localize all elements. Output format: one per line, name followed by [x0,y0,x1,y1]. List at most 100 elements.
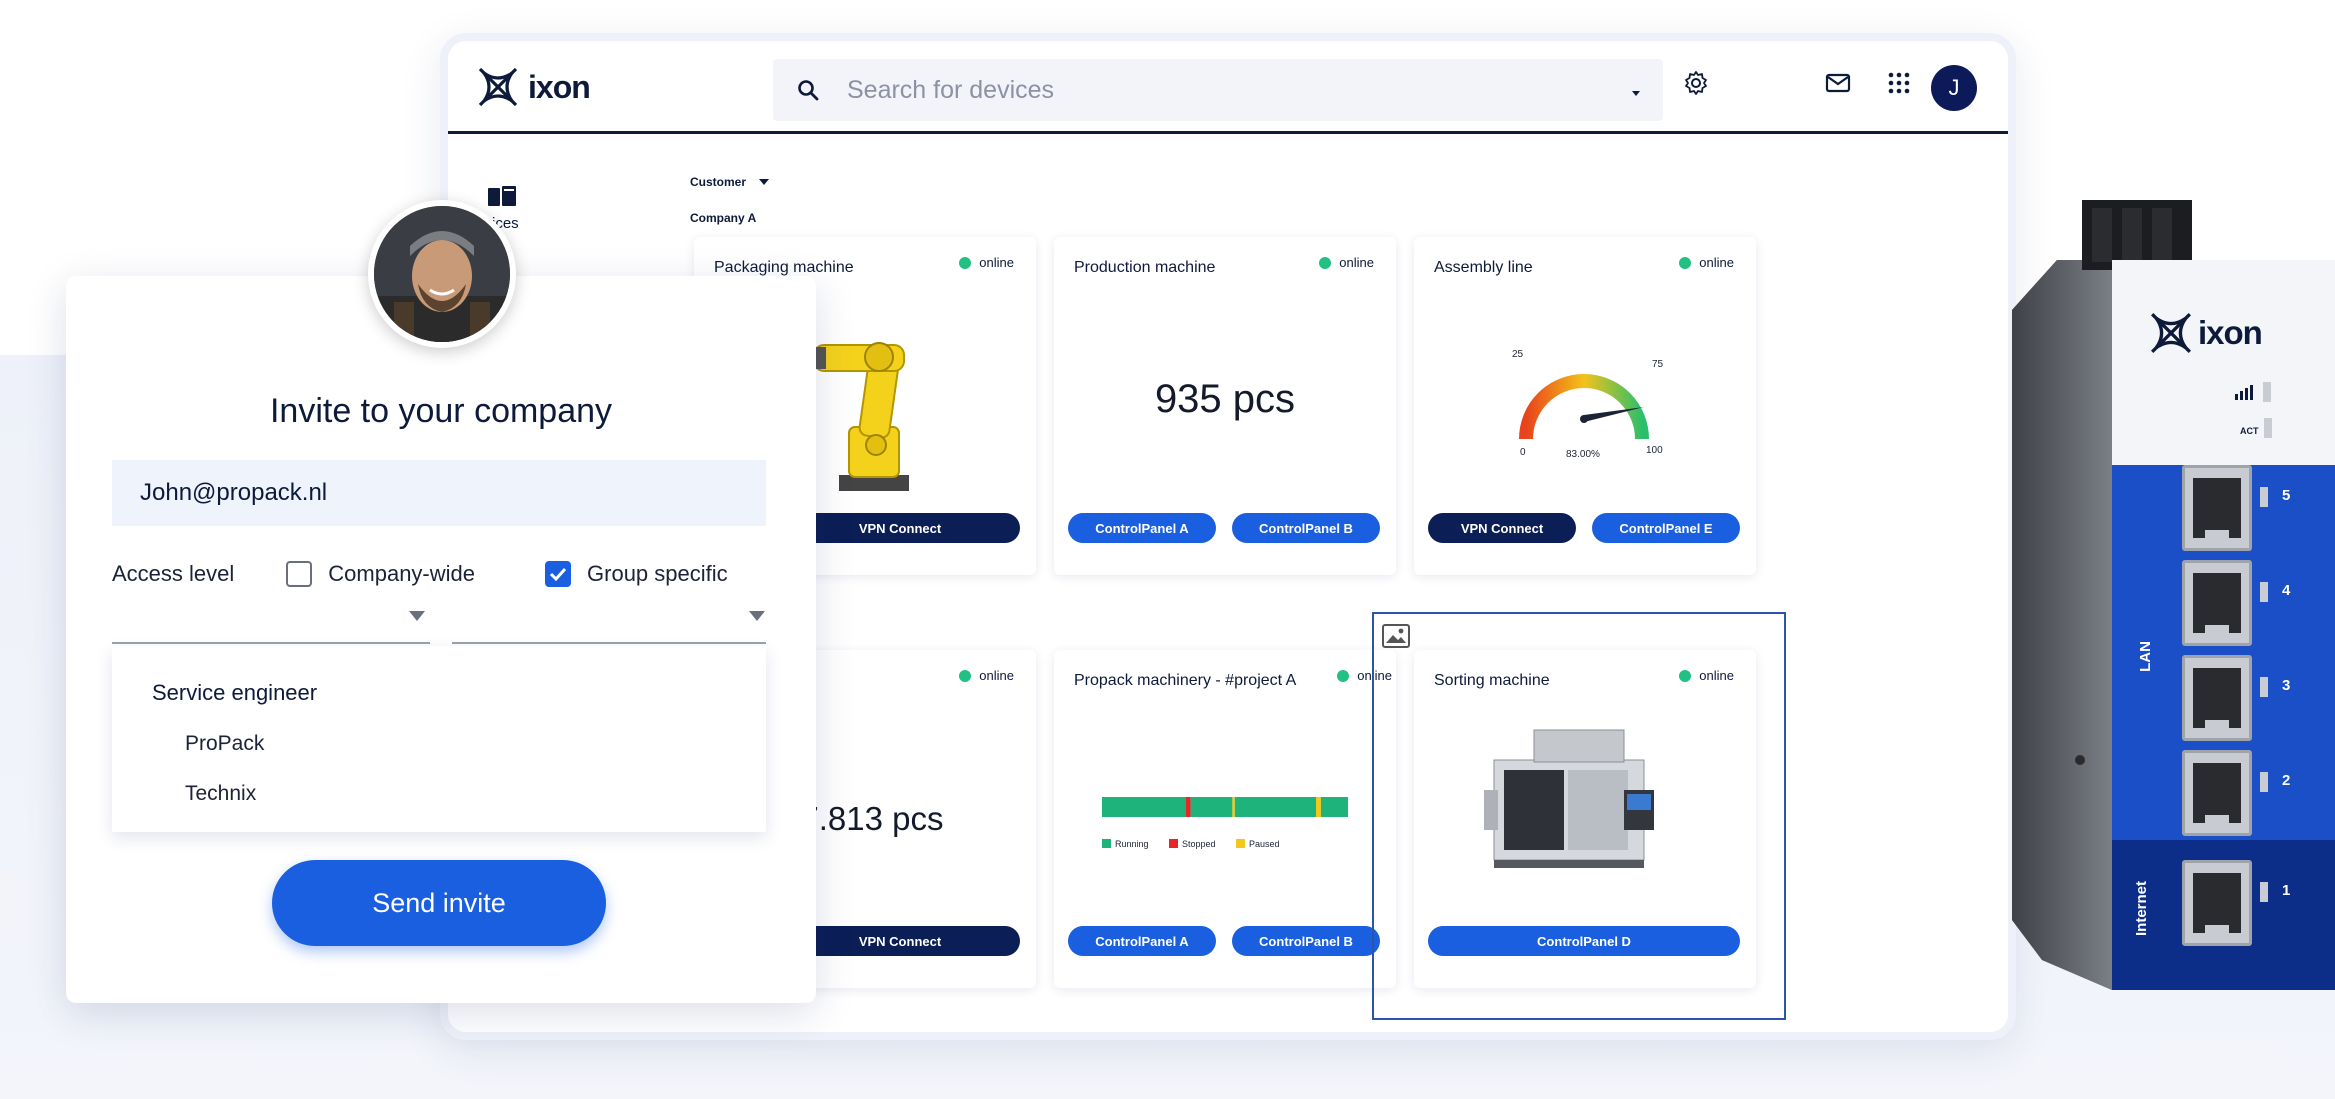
devices-icon [488,186,516,206]
timeline-segment-running [1102,797,1186,817]
check-icon [549,567,567,582]
dropdown-option-propack[interactable]: ProPack [185,732,264,756]
legend-label-stopped: Stopped [1182,839,1216,849]
device-card-assembly[interactable]: Assembly line online 25 75 0 100 83.00% … [1414,237,1756,575]
group-specific-checkbox[interactable] [545,561,572,587]
ethernet-port-3[interactable] [2182,655,2252,741]
internet-label: Internet [2133,880,2151,937]
chevron-down-icon[interactable] [1629,85,1643,103]
group-select[interactable] [452,642,766,644]
access-level-row: Access level Company-wide Group specific [112,561,728,587]
customer-label: Customer [690,175,747,189]
timeline-segment-paused [1232,797,1235,817]
online-dot-icon [959,256,972,269]
search-icon [793,75,823,105]
timeline-segment-running [1320,797,1348,817]
port-number-label: 5 [2282,487,2291,504]
act-label: ACT [2240,426,2259,436]
legend-label-paused: Paused [1249,839,1280,849]
timeline-segment-paused [1316,797,1321,817]
company-wide-checkbox[interactable] [286,561,313,587]
ixon-logo[interactable]: ixon [476,65,591,109]
user-photo-avatar [368,200,516,348]
invite-modal: Invite to your company Access level Comp… [66,276,816,1003]
dropdown-group-label: Service engineer [152,680,318,705]
email-field[interactable] [112,460,766,526]
apps-grid-icon[interactable] [1883,67,1915,99]
ethernet-port-4[interactable] [2182,560,2252,646]
controlpanel-b-button[interactable]: ControlPanel B [1232,926,1380,956]
ixon-logo-icon [2150,312,2192,354]
signal-icon [2235,382,2271,402]
customer-filter[interactable]: Customer [690,175,770,189]
selection-frame [1372,612,1786,1020]
gauge-tick-0: 0 [1520,447,1526,458]
gauge-tick-25: 25 [1512,349,1524,360]
mail-icon[interactable] [1822,67,1854,99]
card-title: Propack machinery - #project A [1074,672,1297,689]
port-led [2260,582,2268,602]
act-led [2264,418,2272,438]
chevron-down-icon [759,179,770,185]
controlpanel-e-button[interactable]: ControlPanel E [1592,513,1740,543]
status-badge: online [1319,255,1374,270]
search-input[interactable] [847,75,1607,105]
online-dot-icon [1679,256,1692,269]
controlpanel-a-button[interactable]: ControlPanel A [1068,926,1216,956]
status-badge: online [959,255,1014,270]
top-bar: ixon J [448,41,2008,134]
port-number-label: 3 [2282,677,2291,694]
gauge-tick-100: 100 [1646,445,1663,456]
modal-title: Invite to your company [269,392,613,430]
online-dot-icon [1319,256,1332,269]
user-avatar[interactable]: J [1931,65,1977,111]
status-badge: online [1679,255,1734,270]
port-led [2260,677,2268,697]
legend-swatch-stopped [1169,839,1178,848]
gauge-value: 83.00% [1566,449,1600,460]
counter-value: 935 pcs [1154,377,1296,421]
router-brand: ixon [2198,314,2263,351]
vpn-connect-button[interactable]: VPN Connect [780,926,1020,956]
dropdown-option-technix[interactable]: Technix [185,782,256,806]
gauge-tick-75: 75 [1652,359,1664,370]
online-dot-icon [1337,669,1350,682]
gauge-chart: 25 75 0 100 83.00% [1512,349,1664,460]
access-level-label: Access level [112,561,235,586]
card-title: Assembly line [1434,259,1533,276]
device-card-propack[interactable]: Propack machinery - #project A online Ru… [1054,650,1396,988]
ixon-router-device: ixon ACT LAN Internet 5 4 3 2 1 [2012,200,2335,1000]
send-invite-button[interactable]: Send invite [272,860,606,946]
card-title: Packaging machine [714,259,854,276]
image-icon[interactable] [1382,624,1410,653]
vpn-connect-button[interactable]: VPN Connect [1428,513,1576,543]
timeline-segment-running [1190,797,1233,817]
state-timeline-chart: Running Stopped Paused [1102,797,1348,849]
legend-swatch-paused [1236,839,1245,848]
port-number-label: 4 [2282,582,2291,599]
search-bar[interactable] [773,59,1663,121]
port-led [2260,882,2268,902]
ethernet-port-1[interactable] [2182,860,2252,946]
vpn-connect-button[interactable]: VPN Connect [780,513,1020,543]
group-specific-label: Group specific [587,561,728,586]
timeline-segment-stopped [1185,797,1191,817]
role-select[interactable] [112,642,430,644]
company-label: Company A [690,211,757,225]
port-led [2260,487,2268,507]
controlpanel-a-button[interactable]: ControlPanel A [1068,513,1216,543]
card-title: Production machine [1074,259,1216,276]
brand-name: ixon [528,68,591,105]
gear-icon[interactable] [1680,67,1712,99]
legend-label-running: Running [1115,839,1149,849]
ethernet-port-2[interactable] [2182,750,2252,836]
status-badge: online [959,668,1014,683]
chevron-down-icon[interactable] [748,609,766,627]
chevron-down-icon[interactable] [408,609,426,627]
timeline-segment-running [1234,797,1317,817]
controlpanel-b-button[interactable]: ControlPanel B [1232,513,1380,543]
ethernet-port-5[interactable] [2182,465,2252,551]
device-card-production[interactable]: Production machine online 935 pcs Contro… [1054,237,1396,575]
port-led [2260,772,2268,792]
legend-swatch-running [1102,839,1111,848]
